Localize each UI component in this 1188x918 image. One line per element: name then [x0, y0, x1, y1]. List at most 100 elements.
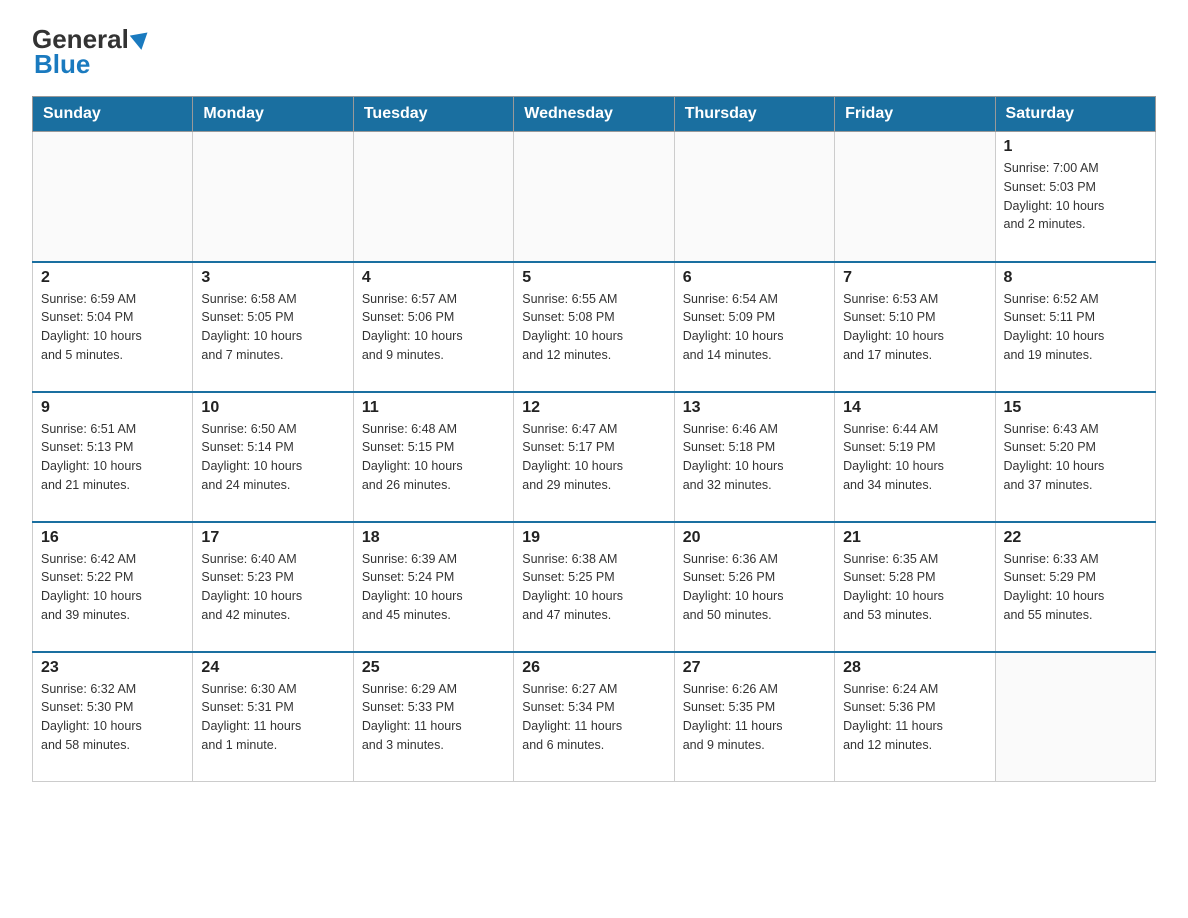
day-info: Sunrise: 6:39 AM Sunset: 5:24 PM Dayligh…: [362, 550, 505, 625]
calendar-day-cell: 14 Sunrise: 6:44 AM Sunset: 5:19 PM Dayli…: [835, 392, 995, 522]
calendar-day-cell: 28 Sunrise: 6:24 AM Sunset: 5:36 PM Dayli…: [835, 652, 995, 782]
day-number: 28: [843, 659, 986, 677]
day-info: Sunrise: 6:36 AM Sunset: 5:26 PM Dayligh…: [683, 550, 826, 625]
day-number: 12: [522, 399, 665, 417]
day-number: 17: [201, 529, 344, 547]
page-header: General Blue: [32, 24, 1156, 80]
calendar-day-cell: 3Sunrise: 6:58 AM Sunset: 5:05 PM Daylig…: [193, 262, 353, 392]
calendar-day-cell: 17 Sunrise: 6:40 AM Sunset: 5:23 PM Dayli…: [193, 522, 353, 652]
day-info: Sunrise: 6:46 AM Sunset: 5:18 PM Dayligh…: [683, 420, 826, 495]
calendar-day-cell: [995, 652, 1155, 782]
day-number: 4: [362, 269, 505, 287]
day-info: Sunrise: 6:47 AM Sunset: 5:17 PM Dayligh…: [522, 420, 665, 495]
calendar-day-cell: 9 Sunrise: 6:51 AM Sunset: 5:13 PM Daylig…: [33, 392, 193, 522]
day-number: 18: [362, 529, 505, 547]
day-info: Sunrise: 6:53 AM Sunset: 5:10 PM Dayligh…: [843, 290, 986, 365]
calendar-week-row: 1 Sunrise: 7:00 AM Sunset: 5:03 PM Daylig…: [33, 132, 1156, 262]
day-info: Sunrise: 6:52 AM Sunset: 5:11 PM Dayligh…: [1004, 290, 1147, 365]
day-info: Sunrise: 6:48 AM Sunset: 5:15 PM Dayligh…: [362, 420, 505, 495]
calendar-day-cell: 24Sunrise: 6:30 AM Sunset: 5:31 PM Dayli…: [193, 652, 353, 782]
day-info: Sunrise: 6:27 AM Sunset: 5:34 PM Dayligh…: [522, 680, 665, 755]
calendar-day-cell: 2Sunrise: 6:59 AM Sunset: 5:04 PM Daylig…: [33, 262, 193, 392]
calendar-day-cell: 6 Sunrise: 6:54 AM Sunset: 5:09 PM Daylig…: [674, 262, 834, 392]
calendar-day-cell: 26 Sunrise: 6:27 AM Sunset: 5:34 PM Dayli…: [514, 652, 674, 782]
day-info: Sunrise: 6:44 AM Sunset: 5:19 PM Dayligh…: [843, 420, 986, 495]
day-number: 2: [41, 269, 184, 287]
day-number: 8: [1004, 269, 1147, 287]
day-number: 10: [201, 399, 344, 417]
day-number: 27: [683, 659, 826, 677]
calendar-day-header: Saturday: [995, 97, 1155, 132]
calendar-day-header: Tuesday: [353, 97, 513, 132]
day-info: Sunrise: 6:38 AM Sunset: 5:25 PM Dayligh…: [522, 550, 665, 625]
day-info: Sunrise: 6:50 AM Sunset: 5:14 PM Dayligh…: [201, 420, 344, 495]
calendar-day-cell: 27 Sunrise: 6:26 AM Sunset: 5:35 PM Dayli…: [674, 652, 834, 782]
calendar-week-row: 9 Sunrise: 6:51 AM Sunset: 5:13 PM Daylig…: [33, 392, 1156, 522]
calendar-day-header: Friday: [835, 97, 995, 132]
calendar-day-cell: 7 Sunrise: 6:53 AM Sunset: 5:10 PM Daylig…: [835, 262, 995, 392]
day-number: 5: [522, 269, 665, 287]
calendar-day-cell: [193, 132, 353, 262]
calendar-day-cell: 15 Sunrise: 6:43 AM Sunset: 5:20 PM Dayli…: [995, 392, 1155, 522]
calendar-day-cell: 18 Sunrise: 6:39 AM Sunset: 5:24 PM Dayli…: [353, 522, 513, 652]
day-number: 14: [843, 399, 986, 417]
day-info: Sunrise: 6:58 AM Sunset: 5:05 PM Dayligh…: [201, 290, 344, 365]
calendar-day-header: Sunday: [33, 97, 193, 132]
day-number: 26: [522, 659, 665, 677]
day-info: Sunrise: 6:33 AM Sunset: 5:29 PM Dayligh…: [1004, 550, 1147, 625]
day-info: Sunrise: 6:42 AM Sunset: 5:22 PM Dayligh…: [41, 550, 184, 625]
calendar-day-cell: [353, 132, 513, 262]
day-info: Sunrise: 6:40 AM Sunset: 5:23 PM Dayligh…: [201, 550, 344, 625]
day-info: Sunrise: 6:29 AM Sunset: 5:33 PM Dayligh…: [362, 680, 505, 755]
calendar-day-cell: 8 Sunrise: 6:52 AM Sunset: 5:11 PM Daylig…: [995, 262, 1155, 392]
day-info: Sunrise: 6:55 AM Sunset: 5:08 PM Dayligh…: [522, 290, 665, 365]
calendar-day-cell: 4Sunrise: 6:57 AM Sunset: 5:06 PM Daylig…: [353, 262, 513, 392]
calendar-week-row: 2Sunrise: 6:59 AM Sunset: 5:04 PM Daylig…: [33, 262, 1156, 392]
day-info: Sunrise: 6:51 AM Sunset: 5:13 PM Dayligh…: [41, 420, 184, 495]
calendar-day-header: Thursday: [674, 97, 834, 132]
day-info: Sunrise: 6:24 AM Sunset: 5:36 PM Dayligh…: [843, 680, 986, 755]
calendar-week-row: 16 Sunrise: 6:42 AM Sunset: 5:22 PM Dayli…: [33, 522, 1156, 652]
calendar-day-cell: [835, 132, 995, 262]
day-info: Sunrise: 6:54 AM Sunset: 5:09 PM Dayligh…: [683, 290, 826, 365]
calendar-day-cell: 16 Sunrise: 6:42 AM Sunset: 5:22 PM Dayli…: [33, 522, 193, 652]
day-number: 9: [41, 399, 184, 417]
day-number: 6: [683, 269, 826, 287]
day-number: 15: [1004, 399, 1147, 417]
day-number: 1: [1004, 138, 1147, 156]
calendar-day-cell: 1 Sunrise: 7:00 AM Sunset: 5:03 PM Daylig…: [995, 132, 1155, 262]
calendar-day-cell: 12 Sunrise: 6:47 AM Sunset: 5:17 PM Dayli…: [514, 392, 674, 522]
day-info: Sunrise: 6:30 AM Sunset: 5:31 PM Dayligh…: [201, 680, 344, 755]
calendar-day-cell: [33, 132, 193, 262]
day-number: 11: [362, 399, 505, 417]
day-number: 13: [683, 399, 826, 417]
calendar-week-row: 23Sunrise: 6:32 AM Sunset: 5:30 PM Dayli…: [33, 652, 1156, 782]
day-number: 20: [683, 529, 826, 547]
day-number: 21: [843, 529, 986, 547]
day-info: Sunrise: 6:32 AM Sunset: 5:30 PM Dayligh…: [41, 680, 184, 755]
calendar-day-cell: [514, 132, 674, 262]
logo: General Blue: [32, 24, 151, 80]
calendar-day-header: Monday: [193, 97, 353, 132]
calendar-day-cell: 13 Sunrise: 6:46 AM Sunset: 5:18 PM Dayli…: [674, 392, 834, 522]
calendar-day-cell: 5 Sunrise: 6:55 AM Sunset: 5:08 PM Daylig…: [514, 262, 674, 392]
day-info: Sunrise: 6:26 AM Sunset: 5:35 PM Dayligh…: [683, 680, 826, 755]
day-info: Sunrise: 6:43 AM Sunset: 5:20 PM Dayligh…: [1004, 420, 1147, 495]
calendar-day-cell: 19 Sunrise: 6:38 AM Sunset: 5:25 PM Dayli…: [514, 522, 674, 652]
day-number: 25: [362, 659, 505, 677]
calendar-day-cell: 22Sunrise: 6:33 AM Sunset: 5:29 PM Dayli…: [995, 522, 1155, 652]
logo-triangle-icon: [130, 32, 151, 51]
day-number: 7: [843, 269, 986, 287]
calendar-day-cell: 21Sunrise: 6:35 AM Sunset: 5:28 PM Dayli…: [835, 522, 995, 652]
calendar-day-cell: 23Sunrise: 6:32 AM Sunset: 5:30 PM Dayli…: [33, 652, 193, 782]
calendar-day-cell: 20 Sunrise: 6:36 AM Sunset: 5:26 PM Dayli…: [674, 522, 834, 652]
calendar-day-cell: 11 Sunrise: 6:48 AM Sunset: 5:15 PM Dayli…: [353, 392, 513, 522]
logo-blue-text: Blue: [34, 49, 90, 79]
day-number: 19: [522, 529, 665, 547]
calendar-day-cell: 25 Sunrise: 6:29 AM Sunset: 5:33 PM Dayli…: [353, 652, 513, 782]
calendar-day-cell: 10 Sunrise: 6:50 AM Sunset: 5:14 PM Dayli…: [193, 392, 353, 522]
day-info: Sunrise: 7:00 AM Sunset: 5:03 PM Dayligh…: [1004, 159, 1147, 234]
calendar-day-header: Wednesday: [514, 97, 674, 132]
day-number: 16: [41, 529, 184, 547]
calendar-table: SundayMondayTuesdayWednesdayThursdayFrid…: [32, 96, 1156, 782]
